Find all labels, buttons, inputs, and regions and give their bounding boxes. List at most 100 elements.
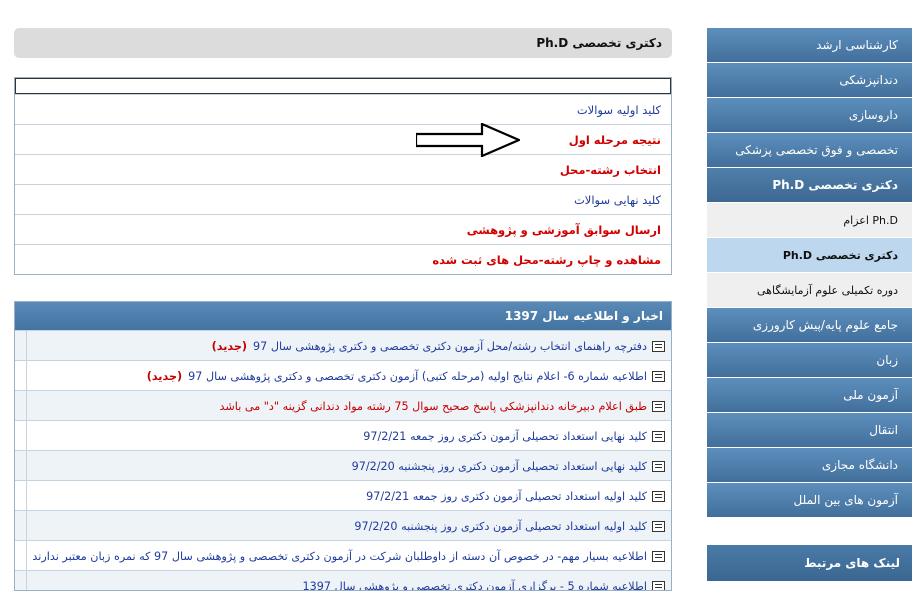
sidebar-item-label: زبان	[876, 353, 898, 367]
links-table-top-row	[15, 78, 671, 94]
sidebar-item[interactable]: دکتری تخصصی Ph.D	[707, 168, 912, 202]
sidebar-item-label: دکتری تخصصی Ph.D	[772, 178, 898, 192]
sidebar-item[interactable]: دکتری تخصصی Ph.D	[707, 238, 912, 272]
news-gutter	[15, 421, 27, 450]
sidebar-item[interactable]: زبان	[707, 343, 912, 377]
news-item[interactable]: اطلاعیه شماره 6- اعلام نتایج اولیه (مرحل…	[27, 361, 671, 390]
sidebar-item[interactable]: آزمون ملی	[707, 378, 912, 412]
link-item[interactable]: کلید اولیه سوالات	[577, 103, 661, 117]
news-gutter	[15, 541, 27, 570]
sidebar-item[interactable]: دانشگاه مجازی	[707, 448, 912, 482]
news-item-text-wrap: اطلاعیه بسیار مهم- در خصوص آن دسته از دا…	[32, 548, 647, 565]
sidebar-item-label: انتقال	[869, 423, 898, 437]
news-item-text-wrap: کلید نهایی استعداد تحصیلی آزمون دکتری رو…	[352, 458, 647, 475]
news-bullet-icon	[652, 461, 665, 472]
news-row: اطلاعیه بسیار مهم- در خصوص آن دسته از دا…	[15, 540, 671, 570]
sidebar-item-label: دکتری تخصصی Ph.D	[782, 248, 898, 262]
arrow-left-icon	[416, 123, 520, 157]
sidebar-item[interactable]: Ph.D اعزام	[707, 203, 912, 237]
news-list: دفترچه راهنمای انتخاب رشته/محل آزمون دکت…	[15, 330, 671, 590]
sidebar-item[interactable]: کارشناسی ارشد	[707, 28, 912, 62]
news-row: کلید نهایی استعداد تحصیلی آزمون دکتری رو…	[15, 450, 671, 480]
sidebar-item-label: دندانپزشکی	[839, 73, 898, 87]
links-list: کلید اولیه سوالات نتیجه مرحله اول انتخاب ر…	[15, 94, 671, 274]
page-title: دکتری تخصصی Ph.D	[14, 28, 672, 58]
news-bullet-icon	[652, 401, 665, 412]
sidebar-item-label: تخصصی و فوق تخصصی پزشکی	[735, 143, 898, 157]
sidebar-item[interactable]: جامع علوم پایه/پیش کارورزی	[707, 308, 912, 342]
news-item[interactable]: اطلاعیه شماره 5 - برگزاری آزمون دکتری تخ…	[27, 571, 671, 590]
news-row: اطلاعیه شماره 6- اعلام نتایج اولیه (مرحل…	[15, 360, 671, 390]
sidebar-nav: کارشناسی ارشد دندانپزشکی داروسازی تخصصی و ف…	[707, 28, 912, 518]
news-gutter	[15, 451, 27, 480]
link-item[interactable]: مشاهده و چاپ رشته-محل های ثبت شده	[432, 253, 661, 267]
news-item-text[interactable]: دفترچه راهنمای انتخاب رشته/محل آزمون دکت…	[253, 340, 647, 353]
link-item[interactable]: کلید نهایی سوالات	[574, 193, 661, 207]
news-item-text[interactable]: کلید اولیه استعداد تحصیلی آزمون دکتری رو…	[366, 490, 647, 503]
link-row: مشاهده و چاپ رشته-محل های ثبت شده	[15, 244, 671, 274]
news-item-text[interactable]: اطلاعیه بسیار مهم- در خصوص آن دسته از دا…	[32, 550, 647, 563]
news-item-text[interactable]: طبق اعلام دبیرخانه دندانپزشکی پاسخ صحیح …	[220, 400, 647, 413]
news-gutter	[15, 481, 27, 510]
sidebar-item-label: جامع علوم پایه/پیش کارورزی	[752, 318, 898, 332]
new-badge: (جدید)	[146, 370, 183, 383]
news-item-text-wrap: کلید نهایی استعداد تحصیلی آزمون دکتری رو…	[363, 428, 647, 445]
news-gutter	[15, 511, 27, 540]
news-gutter	[15, 391, 27, 420]
news-item-text[interactable]: کلید اولیه استعداد تحصیلی آزمون دکتری رو…	[354, 520, 647, 533]
news-row: کلید اولیه استعداد تحصیلی آزمون دکتری رو…	[15, 480, 671, 510]
news-row: دفترچه راهنمای انتخاب رشته/محل آزمون دکت…	[15, 330, 671, 360]
news-item-text-wrap: کلید اولیه استعداد تحصیلی آزمون دکتری رو…	[366, 488, 647, 505]
news-item-text-wrap: دفترچه راهنمای انتخاب رشته/محل آزمون دکت…	[212, 338, 647, 355]
news-item-text[interactable]: اطلاعیه شماره 6- اعلام نتایج اولیه (مرحل…	[188, 370, 647, 383]
news-item[interactable]: کلید نهایی استعداد تحصیلی آزمون دکتری رو…	[27, 421, 671, 450]
news-header: اخبار و اطلاعیه سال 1397	[15, 302, 671, 330]
news-bullet-icon	[652, 341, 665, 352]
news-item-text[interactable]: کلید نهایی استعداد تحصیلی آزمون دکتری رو…	[352, 460, 647, 473]
news-row: کلید نهایی استعداد تحصیلی آزمون دکتری رو…	[15, 420, 671, 450]
news-bullet-icon	[652, 431, 665, 442]
sidebar-item[interactable]: انتقال	[707, 413, 912, 447]
sidebar-item-label: دانشگاه مجازی	[821, 458, 898, 472]
news-bullet-icon	[652, 551, 665, 562]
sidebar-item-label: داروسازی	[848, 108, 898, 122]
link-item[interactable]: ارسال سوابق آموزشی و پژوهشی	[467, 223, 661, 237]
sidebar-item[interactable]: آزمون های بین الملل	[707, 483, 912, 517]
link-item[interactable]: نتیجه مرحله اول	[569, 133, 661, 147]
news-panel: اخبار و اطلاعیه سال 1397 دفترچه راهنمای …	[14, 301, 672, 591]
sidebar-item[interactable]: داروسازی	[707, 98, 912, 132]
link-item[interactable]: انتخاب رشته-محل	[560, 163, 661, 177]
news-bullet-icon	[652, 491, 665, 502]
news-bullet-icon	[652, 581, 665, 590]
link-row: کلید اولیه سوالات	[15, 94, 671, 124]
news-item[interactable]: کلید نهایی استعداد تحصیلی آزمون دکتری رو…	[27, 451, 671, 480]
news-item-text[interactable]: اطلاعیه شماره 5 - برگزاری آزمون دکتری تخ…	[303, 580, 647, 590]
news-item[interactable]: اطلاعیه بسیار مهم- در خصوص آن دسته از دا…	[27, 541, 671, 570]
sidebar-item[interactable]: تخصصی و فوق تخصصی پزشکی	[707, 133, 912, 167]
sidebar-item-label: کارشناسی ارشد	[816, 38, 898, 52]
related-links-header: لینک های مرتبط	[707, 545, 912, 581]
news-row: اطلاعیه شماره 5 - برگزاری آزمون دکتری تخ…	[15, 570, 671, 590]
links-table: کلید اولیه سوالات نتیجه مرحله اول انتخاب ر…	[14, 77, 672, 275]
news-item-text[interactable]: کلید نهایی استعداد تحصیلی آزمون دکتری رو…	[363, 430, 647, 443]
link-row: ارسال سوابق آموزشی و پژوهشی	[15, 214, 671, 244]
sidebar-item[interactable]: دندانپزشکی	[707, 63, 912, 97]
news-bullet-icon	[652, 521, 665, 532]
news-item-text-wrap: طبق اعلام دبیرخانه دندانپزشکی پاسخ صحیح …	[220, 398, 647, 415]
news-gutter	[15, 571, 27, 590]
sidebar-item[interactable]: دوره تکمیلی علوم آزمایشگاهی	[707, 273, 912, 307]
link-row: انتخاب رشته-محل	[15, 154, 671, 184]
news-item-text-wrap: کلید اولیه استعداد تحصیلی آزمون دکتری رو…	[354, 518, 647, 535]
news-item[interactable]: دفترچه راهنمای انتخاب رشته/محل آزمون دکت…	[27, 331, 671, 360]
news-item[interactable]: کلید اولیه استعداد تحصیلی آزمون دکتری رو…	[27, 481, 671, 510]
link-row: نتیجه مرحله اول	[15, 124, 671, 154]
news-gutter	[15, 361, 27, 390]
sidebar-item-label: Ph.D اعزام	[843, 213, 898, 227]
new-badge: (جدید)	[211, 340, 248, 353]
news-item[interactable]: کلید اولیه استعداد تحصیلی آزمون دکتری رو…	[27, 511, 671, 540]
news-item-text-wrap: اطلاعیه شماره 6- اعلام نتایج اولیه (مرحل…	[147, 368, 647, 385]
news-item[interactable]: طبق اعلام دبیرخانه دندانپزشکی پاسخ صحیح …	[27, 391, 671, 420]
sidebar-item-label: آزمون های بین الملل	[793, 493, 898, 507]
link-row: کلید نهایی سوالات	[15, 184, 671, 214]
sidebar-item-label: دوره تکمیلی علوم آزمایشگاهی	[757, 283, 898, 297]
